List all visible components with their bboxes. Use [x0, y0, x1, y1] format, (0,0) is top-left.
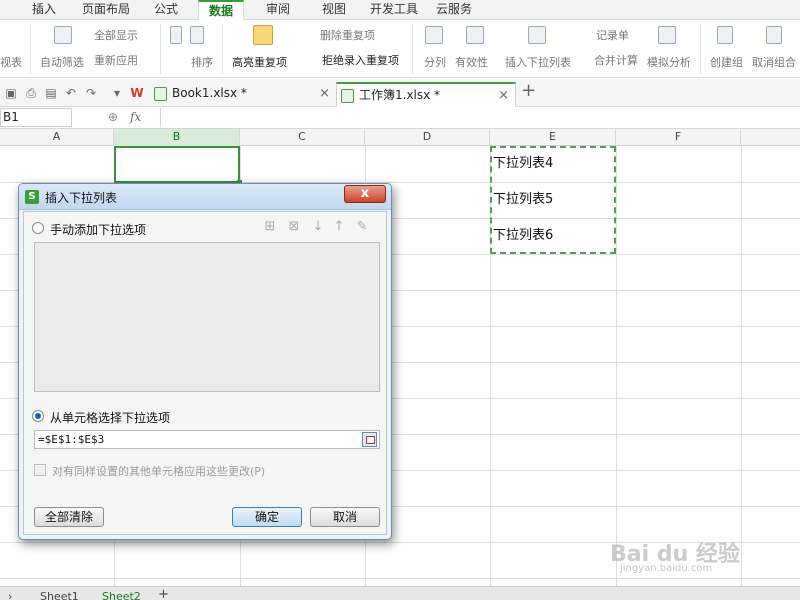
- select-range-icon[interactable]: [362, 432, 377, 447]
- ungroup-button[interactable]: 取消组合: [752, 54, 796, 70]
- doc-tab-book1[interactable]: Book1.xlsx * ×: [150, 82, 336, 107]
- manual-options-list[interactable]: [34, 242, 380, 392]
- column-header-a[interactable]: A: [0, 129, 114, 146]
- ribbon-commands: 视表 自动筛选 全部显示 重新应用 排序 高亮重复项 删除重复项 拒绝录入重复项…: [0, 20, 800, 78]
- simulate-analysis-button[interactable]: 模拟分析: [647, 54, 691, 70]
- column-headers: A B C D E F: [0, 129, 800, 146]
- tab-page-layout[interactable]: 页面布局: [76, 0, 136, 20]
- from-cells-option-radio[interactable]: [32, 410, 44, 422]
- delete-duplicates-button[interactable]: 删除重复项: [320, 27, 375, 43]
- close-tab-icon[interactable]: ×: [498, 84, 509, 107]
- spreadsheet-file-icon: [341, 89, 354, 103]
- doc-tab-label: Book1.xlsx *: [172, 86, 247, 100]
- validity-button[interactable]: 有效性: [455, 54, 488, 70]
- add-sheet-icon[interactable]: +: [158, 587, 169, 600]
- apply-same-label: 对有同样设置的其他单元格应用这些更改(P): [52, 465, 266, 478]
- manual-option-label[interactable]: 手动添加下拉选项: [50, 221, 146, 238]
- clear-all-button[interactable]: 全部清除: [34, 507, 104, 527]
- reapply-button[interactable]: 重新应用: [94, 52, 138, 68]
- dialog-title-bar[interactable]: S 插入下拉列表 x: [19, 184, 391, 210]
- simulate-analysis-icon: [658, 26, 676, 44]
- show-all-button[interactable]: 全部显示: [94, 27, 138, 43]
- tab-view[interactable]: 视图: [314, 0, 354, 20]
- insert-dropdown-icon: [528, 26, 546, 44]
- redo-icon[interactable]: ↷: [84, 86, 98, 100]
- merge-calc-button[interactable]: 合并计算: [594, 52, 638, 68]
- customize-dropdown-icon[interactable]: ▾: [110, 86, 124, 100]
- record-form-button[interactable]: 记录单: [596, 27, 629, 43]
- validity-icon: [466, 26, 484, 44]
- split-column-button[interactable]: 分列: [424, 54, 446, 70]
- doc-tab-workbook1[interactable]: 工作簿1.xlsx * ×: [336, 82, 516, 107]
- active-cell-b1[interactable]: [114, 146, 242, 185]
- formula-bar: B1 ⊕ fx: [0, 107, 800, 129]
- tab-developer[interactable]: 开发工具: [366, 0, 422, 20]
- ok-button[interactable]: 确定: [232, 507, 302, 527]
- move-up-icon[interactable]: ↑: [331, 219, 347, 235]
- sort-az-icon[interactable]: [190, 26, 204, 44]
- undo-icon[interactable]: ↶: [64, 86, 78, 100]
- from-cells-option-label[interactable]: 从单元格选择下拉选项: [50, 409, 170, 426]
- reject-duplicates-button[interactable]: 拒绝录入重复项: [322, 52, 399, 68]
- range-reference-input[interactable]: =$E$1:$E$3: [34, 430, 380, 449]
- watermark-url: jingyan.baidu.com: [620, 563, 713, 574]
- manual-option-radio[interactable]: [32, 222, 44, 234]
- sort-button[interactable]: 排序: [191, 54, 213, 70]
- close-button[interactable]: x: [344, 185, 386, 203]
- highlight-duplicates-button[interactable]: 高亮重复项: [232, 54, 287, 70]
- create-group-icon: [717, 26, 733, 44]
- sheet-tab-sheet2[interactable]: Sheet2: [102, 590, 141, 600]
- print-icon[interactable]: ⎙: [24, 86, 38, 100]
- view-table-button[interactable]: 视表: [0, 54, 22, 70]
- dialog-title: 插入下拉列表: [45, 191, 118, 205]
- sheet-tab-bar: › Sheet1 Sheet2 +: [0, 586, 800, 600]
- name-box[interactable]: B1: [0, 108, 72, 127]
- wps-logo-icon[interactable]: W: [130, 86, 144, 100]
- spreadsheet-file-icon: [154, 87, 167, 101]
- column-header-f[interactable]: F: [616, 129, 741, 146]
- sheet-tab-sheet1[interactable]: Sheet1: [40, 590, 79, 600]
- sheet-nav-icon[interactable]: ›: [8, 590, 12, 600]
- insert-dropdown-button[interactable]: 插入下拉列表: [505, 54, 571, 70]
- range-reference-value: =$E$1:$E$3: [38, 433, 105, 446]
- ungroup-icon: [766, 26, 782, 44]
- export-pdf-icon[interactable]: ▣: [4, 86, 18, 100]
- tab-formula[interactable]: 公式: [146, 0, 186, 20]
- column-header-d[interactable]: D: [365, 129, 490, 146]
- auto-filter-button[interactable]: 自动筛选: [40, 54, 84, 70]
- column-header-g[interactable]: [741, 129, 800, 146]
- highlight-duplicates-icon: [253, 25, 273, 45]
- sort-asc-icon: [170, 26, 182, 44]
- formula-input[interactable]: [160, 108, 800, 127]
- add-item-icon[interactable]: ⊞: [262, 219, 278, 235]
- print-preview-icon[interactable]: ▤: [44, 86, 58, 100]
- zoom-icon[interactable]: ⊕: [108, 110, 118, 124]
- filter-icon: [54, 26, 72, 44]
- new-tab-icon[interactable]: +: [521, 82, 536, 100]
- column-header-e[interactable]: E: [490, 129, 616, 146]
- close-tab-icon[interactable]: ×: [319, 82, 330, 105]
- create-group-button[interactable]: 创建组: [710, 54, 743, 70]
- edit-item-icon[interactable]: ✎: [354, 219, 370, 235]
- dialog-body: 手动添加下拉选项 ⊞ ⊠ ↓ ↑ ✎ 从单元格选择下拉选项 =$E$1:$E$3…: [23, 211, 387, 535]
- doc-tab-label: 工作簿1.xlsx *: [359, 88, 441, 102]
- split-column-icon: [425, 26, 443, 44]
- insert-dropdown-dialog: S 插入下拉列表 x 手动添加下拉选项 ⊞ ⊠ ↓ ↑ ✎ 从单元格选择下拉选项…: [18, 183, 392, 540]
- tab-insert[interactable]: 插入: [24, 0, 64, 20]
- move-down-icon[interactable]: ↓: [310, 219, 326, 235]
- copy-marquee: [490, 146, 616, 254]
- apply-same-checkbox[interactable]: [34, 464, 46, 476]
- tab-data[interactable]: 数据: [198, 0, 244, 20]
- tab-cloud[interactable]: 云服务: [432, 0, 476, 20]
- quick-access-and-doc-tabs: ▣ ⎙ ▤ ↶ ↷ ▾ W Book1.xlsx * × 工作簿1.xlsx *…: [0, 79, 800, 107]
- cancel-button[interactable]: 取消: [310, 507, 380, 527]
- column-header-c[interactable]: C: [240, 129, 365, 146]
- spreadsheet-app-icon: S: [25, 190, 39, 204]
- tab-review[interactable]: 审阅: [258, 0, 298, 20]
- delete-item-icon[interactable]: ⊠: [286, 219, 302, 235]
- fx-icon[interactable]: fx: [130, 110, 141, 124]
- column-header-b[interactable]: B: [114, 129, 240, 146]
- ribbon-tab-bar: 插入 页面布局 公式 数据 审阅 视图 开发工具 云服务: [0, 0, 800, 20]
